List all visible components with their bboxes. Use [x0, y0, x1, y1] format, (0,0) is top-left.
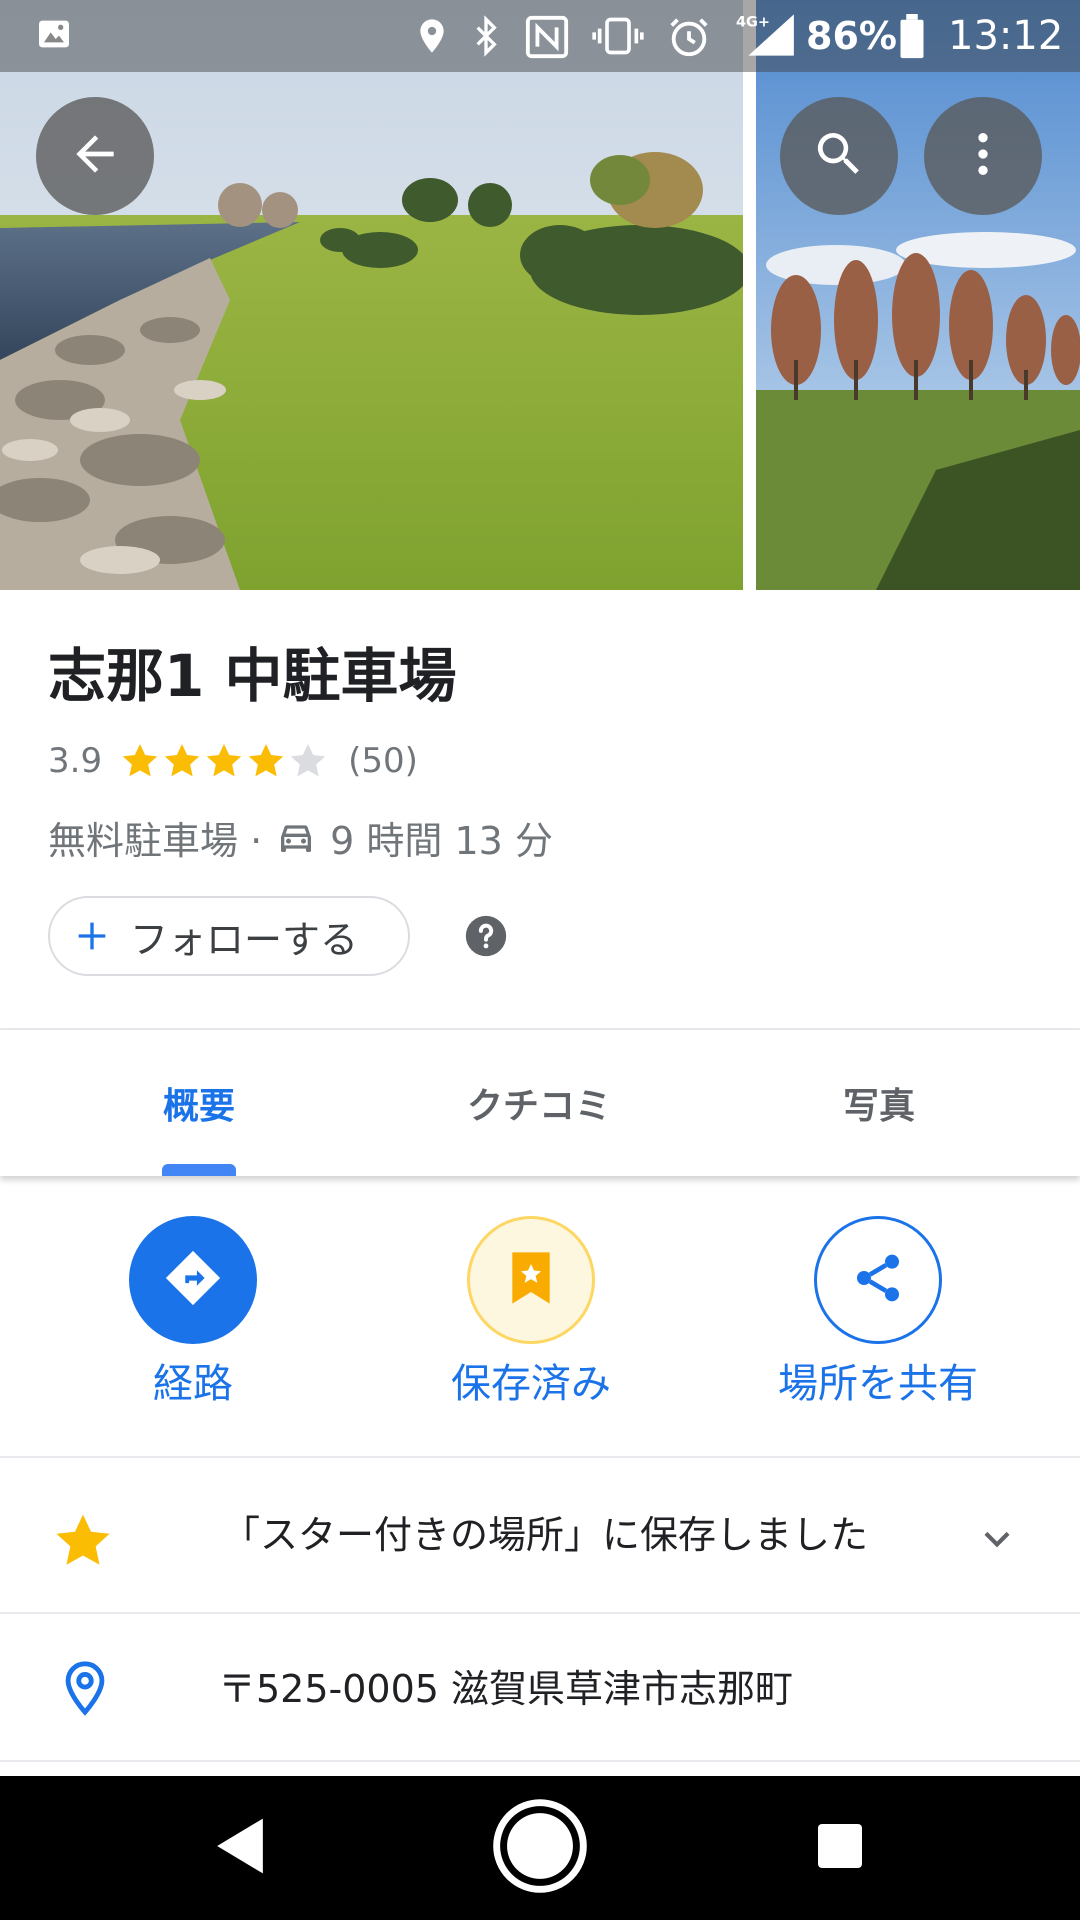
- more-vert-icon: [955, 126, 1011, 186]
- nav-recents-icon: [816, 1822, 864, 1874]
- saved-list-text: 「スター付きの場所」に保存しました: [222, 1513, 869, 1557]
- saved-circle[interactable]: [467, 1216, 595, 1344]
- divider: [0, 1760, 1080, 1762]
- alarm-icon: [666, 14, 712, 64]
- status-bar: 4G+ 86% 13:12: [0, 0, 1080, 72]
- directions-icon: [162, 1247, 224, 1313]
- rating-value: 3.9: [48, 741, 103, 781]
- car-icon: [276, 817, 316, 857]
- bookmark-star-icon: [506, 1250, 556, 1310]
- help-icon[interactable]: [464, 914, 508, 958]
- drive-time: 9 時間 13 分: [330, 818, 553, 863]
- star-filled-icon: [122, 744, 158, 777]
- tab-photos[interactable]: 写真: [738, 1030, 1020, 1176]
- rating-row[interactable]: 3.9 (50): [48, 736, 418, 786]
- arrow-back-icon: [67, 126, 123, 186]
- directions-circle[interactable]: [129, 1216, 257, 1344]
- share-button[interactable]: 場所を共有: [748, 1216, 1008, 1410]
- location-icon: [412, 14, 452, 62]
- directions-label: 経路: [153, 1361, 233, 1407]
- svg-text:4G+: 4G+: [736, 15, 770, 31]
- star-filled-icon: [248, 744, 284, 777]
- share-icon: [850, 1250, 906, 1310]
- review-count: (50): [348, 741, 418, 781]
- star-empty-icon: [290, 744, 326, 777]
- nav-home-icon: [488, 1794, 592, 1902]
- saved-button[interactable]: 保存済み: [401, 1216, 661, 1410]
- tab-bar: 概要 クチコミ 写真: [0, 1030, 1080, 1176]
- search-icon: [811, 126, 867, 186]
- saved-list-row[interactable]: 「スター付きの場所」に保存しました: [0, 1458, 1080, 1612]
- address-text: 〒525-0005 滋賀県草津市志那町: [218, 1667, 794, 1711]
- active-tab-indicator: [162, 1164, 236, 1176]
- star-filled-icon: [206, 744, 242, 777]
- nav-back-icon: [212, 1814, 268, 1882]
- tab-overview[interactable]: 概要: [58, 1030, 340, 1176]
- photo-carousel[interactable]: [0, 0, 1080, 590]
- share-circle[interactable]: [814, 1216, 942, 1344]
- directions-button[interactable]: 経路: [63, 1216, 323, 1410]
- signal-icon: 4G+: [736, 10, 798, 64]
- clock: 13:12: [948, 13, 1064, 59]
- battery-percent: 86%: [806, 14, 897, 58]
- category-label: 無料駐車場 ·: [48, 818, 263, 863]
- share-label: 場所を共有: [778, 1361, 978, 1407]
- saved-label: 保存済み: [451, 1361, 611, 1407]
- follow-button[interactable]: フォローする: [48, 896, 410, 976]
- nav-recents-button[interactable]: [780, 1776, 900, 1920]
- nav-home-button[interactable]: [480, 1776, 600, 1920]
- star-filled-icon: [164, 744, 200, 777]
- back-button[interactable]: [36, 97, 154, 215]
- search-button[interactable]: [780, 97, 898, 215]
- more-options-button[interactable]: [924, 97, 1042, 215]
- location-pin-icon: [56, 1656, 114, 1724]
- category-row: 無料駐車場 · 9 時間 13 分: [48, 812, 553, 863]
- address-row[interactable]: 〒525-0005 滋賀県草津市志那町: [0, 1614, 1080, 1762]
- rating-stars: [120, 741, 330, 781]
- star-icon: [52, 1510, 114, 1576]
- place-title: 志那1 中駐車場: [48, 642, 457, 710]
- vibrate-icon: [590, 14, 646, 62]
- place-photo-main[interactable]: [0, 0, 743, 590]
- follow-label: フォローする: [130, 917, 359, 962]
- plus-icon: [72, 916, 112, 956]
- chevron-down-icon[interactable]: [972, 1514, 1022, 1568]
- image-icon: [34, 14, 74, 58]
- system-nav-bar: [0, 1776, 1080, 1920]
- tab-reviews[interactable]: クチコミ: [398, 1030, 680, 1176]
- nfc-icon: [524, 14, 570, 64]
- nav-back-button[interactable]: [180, 1776, 300, 1920]
- bluetooth-icon: [466, 14, 506, 62]
- place-photo-secondary[interactable]: [756, 0, 1080, 590]
- battery-icon: [898, 14, 926, 64]
